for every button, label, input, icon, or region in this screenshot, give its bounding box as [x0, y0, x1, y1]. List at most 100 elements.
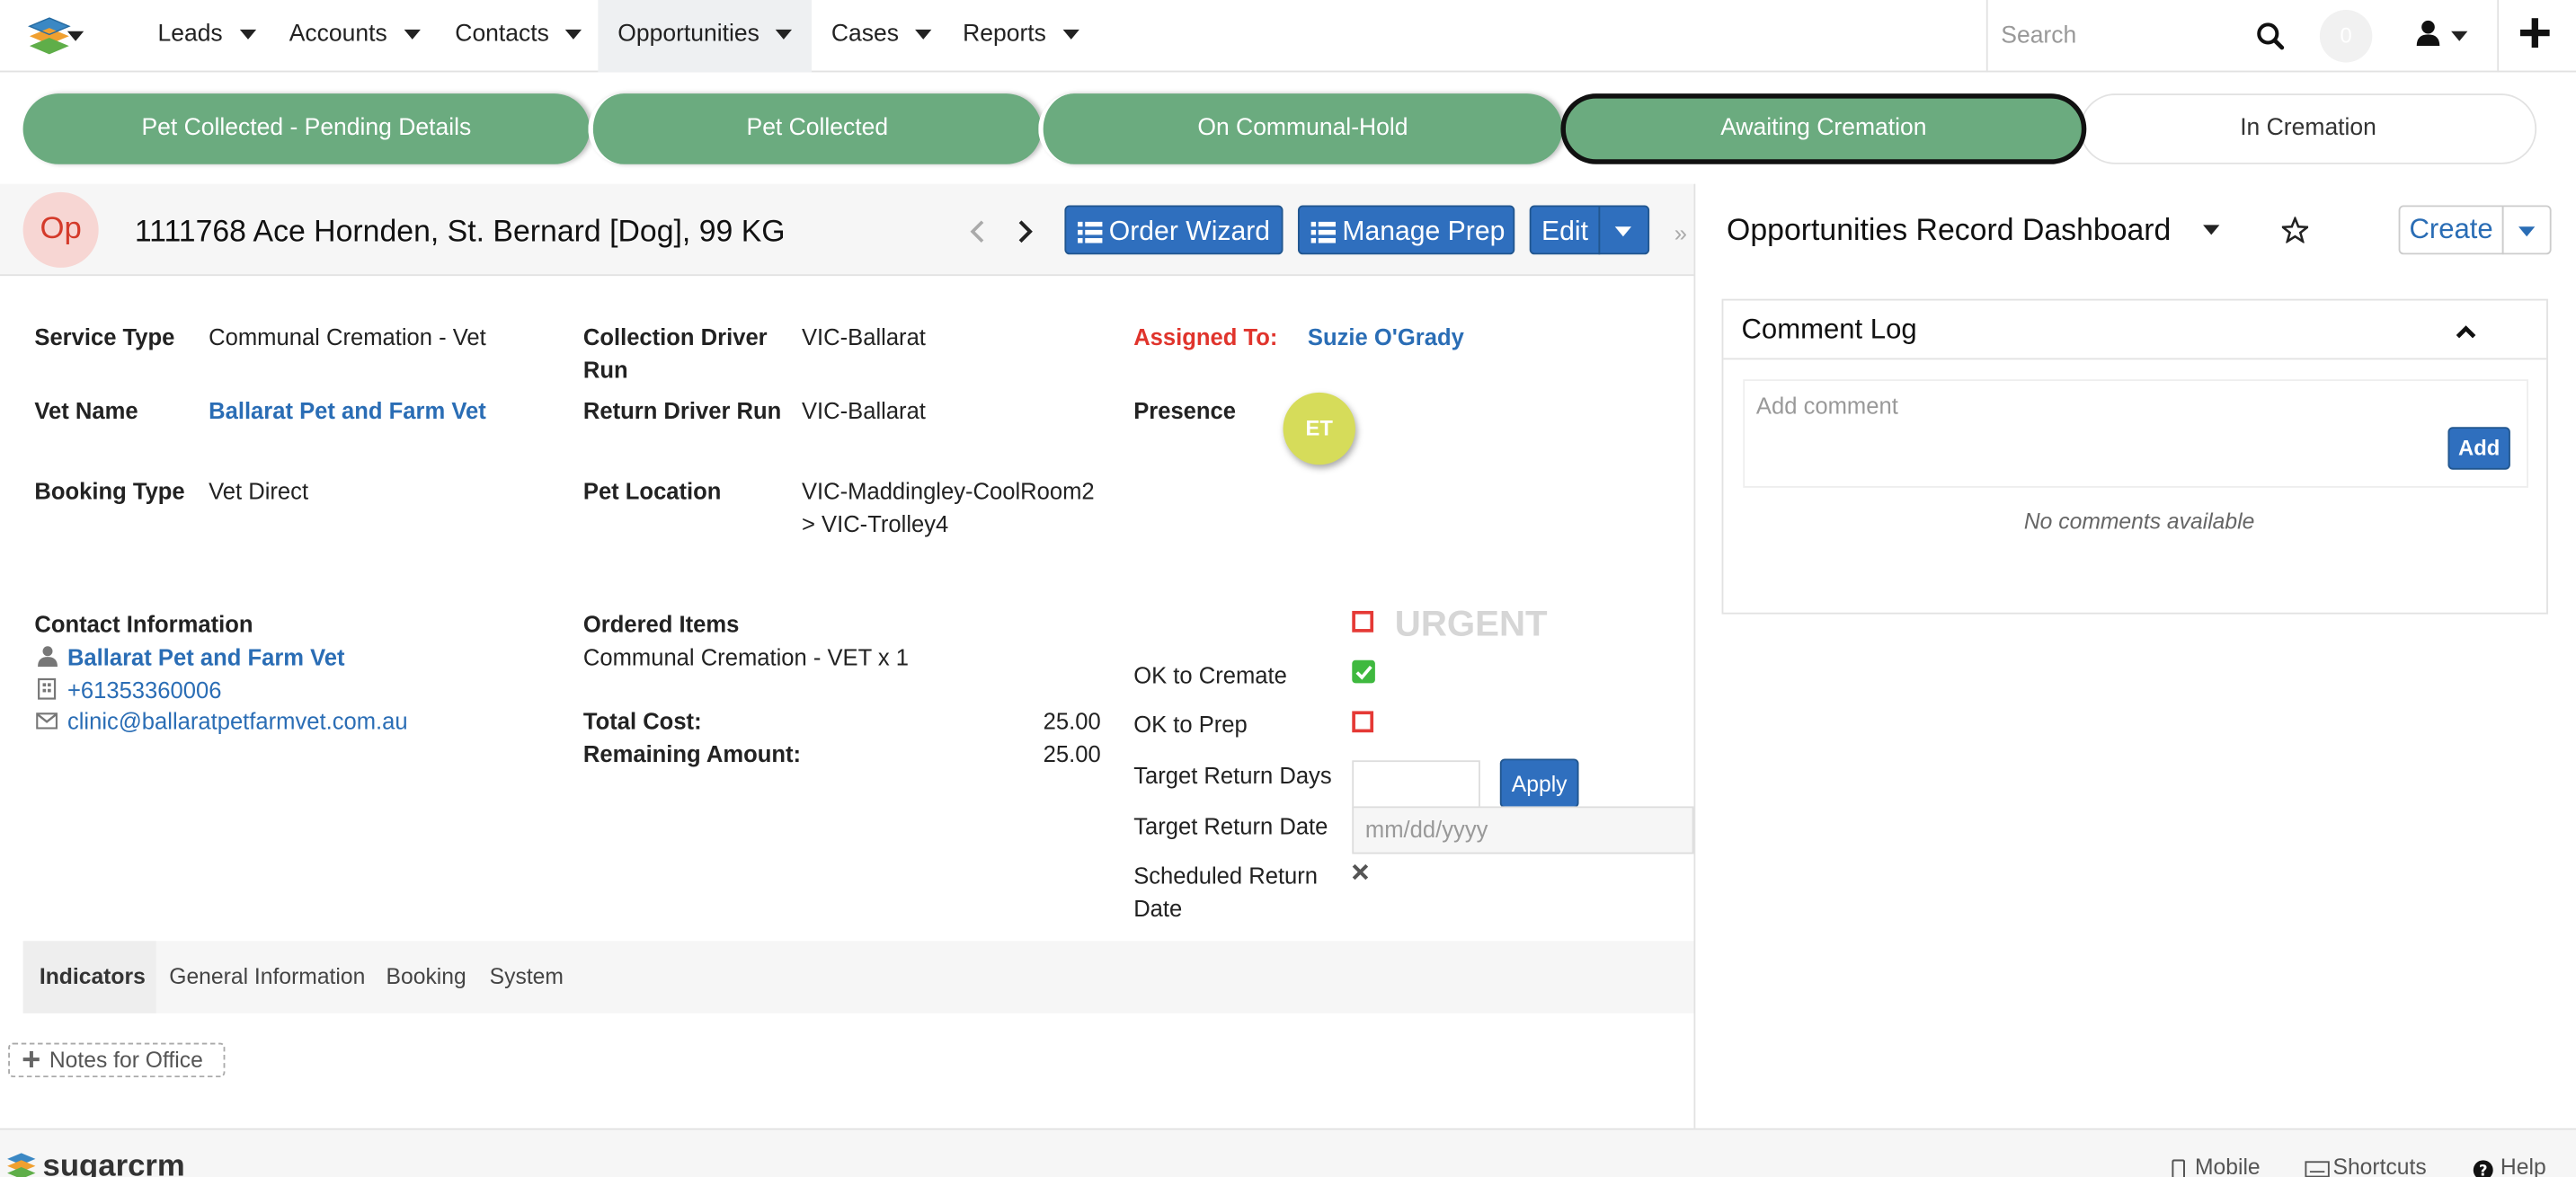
footer: sugarcrm Mobile Shortcuts ? Help	[0, 1128, 2576, 1177]
nav-item-accounts[interactable]: Accounts	[289, 0, 421, 72]
notes-for-office-button[interactable]: Notes for Office	[8, 1042, 226, 1078]
target-return-days-input[interactable]	[1352, 760, 1480, 809]
tab-booking[interactable]: Booking	[386, 941, 466, 1013]
vet-name-link[interactable]: Ballarat Pet and Farm Vet	[209, 394, 486, 428]
plus-icon	[2519, 18, 2550, 49]
collection-driver-label: Collection Driver	[582, 323, 768, 350]
comment-log-title: Comment Log	[1741, 314, 1917, 345]
chevron-up-icon[interactable]	[2455, 323, 2478, 340]
order-wizard-button[interactable]: Order Wizard	[1064, 205, 1284, 255]
ok-to-prep-checkbox[interactable]	[1352, 711, 1374, 733]
pet-location-value[interactable]: VIC-Maddingley-CoolRoom2	[802, 474, 1095, 508]
pet-location-value-cont: > VIC-Trolley4	[801, 510, 949, 537]
scheduled-return-date-label-cont: Date	[1133, 895, 1183, 922]
stage-pet-collected-pending-details[interactable]: Pet Collected - Pending Details	[22, 93, 591, 164]
dashboard-title[interactable]: Opportunities Record Dashboard	[1727, 210, 2171, 250]
list-icon	[1310, 221, 1337, 243]
search-input[interactable]: Search	[2001, 20, 2076, 53]
star-icon[interactable]	[2281, 217, 2309, 243]
stage-on-communal-hold[interactable]: On Communal-Hold	[1038, 93, 1563, 164]
shortcuts-link[interactable]: Shortcuts	[2305, 1155, 2427, 1177]
previous-record-icon[interactable]	[968, 218, 988, 244]
module-badge: Op	[22, 191, 99, 268]
remaining-amount-value: 25.00	[1043, 740, 1101, 767]
target-return-days-label: Target Return Days	[1133, 762, 1332, 789]
nav-item-contacts[interactable]: Contacts	[455, 0, 582, 72]
contact-name-link[interactable]: Ballarat Pet and Farm Vet	[67, 641, 345, 674]
apply-button[interactable]: Apply	[1499, 758, 1579, 809]
service-type-value[interactable]: Communal Cremation - Vet	[209, 320, 486, 353]
edit-button[interactable]: Edit	[1529, 205, 1601, 255]
service-type-label: Service Type	[34, 323, 175, 350]
notification-badge[interactable]: 0	[2319, 9, 2373, 63]
remaining-amount-label: Remaining Amount:	[582, 740, 802, 767]
sugar-cube-icon	[27, 17, 71, 55]
help-link[interactable]: ? Help	[2473, 1155, 2546, 1177]
user-icon	[2416, 20, 2440, 47]
chevron-down-icon	[2518, 226, 2536, 237]
chevron-down-icon	[1062, 30, 1079, 40]
create-dropdown[interactable]	[2501, 205, 2552, 255]
contact-phone-link[interactable]: +61353360006	[67, 673, 222, 706]
nav-item-cases[interactable]: Cases	[831, 0, 932, 72]
stage-in-cremation[interactable]: In Cremation	[2080, 93, 2537, 164]
tab-indicators[interactable]: Indicators	[40, 941, 146, 1013]
chevron-down-icon	[915, 30, 932, 40]
search-icon[interactable]	[2256, 22, 2286, 51]
keyboard-icon	[2305, 1161, 2330, 1177]
ok-to-cremate-label: OK to Cremate	[1133, 661, 1287, 688]
target-return-date-input[interactable]: mm/dd/yyyy	[1352, 806, 1694, 854]
chevron-down-icon	[2451, 31, 2468, 41]
nav-item-opportunities[interactable]: Opportunities	[617, 0, 793, 72]
panel-divider	[1693, 183, 1696, 1128]
contact-info-heading: Contact Information	[34, 610, 253, 638]
ok-to-cremate-checkbox[interactable]	[1352, 659, 1375, 684]
stage-pet-collected[interactable]: Pet Collected	[588, 93, 1042, 164]
no-comments-message: No comments available	[2023, 509, 2255, 535]
chevron-down-icon[interactable]	[2203, 225, 2220, 235]
next-record-icon[interactable]	[1016, 218, 1035, 244]
quick-create-button[interactable]	[2497, 0, 2576, 73]
tab-system[interactable]: System	[490, 941, 564, 1013]
user-menu[interactable]	[2402, 0, 2483, 72]
total-cost-label: Total Cost:	[582, 707, 702, 735]
booking-type-label: Booking Type	[34, 477, 185, 505]
edit-actions-dropdown[interactable]	[1598, 205, 1650, 255]
nav-item-leads[interactable]: Leads	[157, 0, 256, 72]
toggle-sidebar-button[interactable]: »	[1667, 204, 1693, 263]
pet-location-label: Pet Location	[582, 477, 722, 505]
tab-general-information[interactable]: General Information	[169, 941, 365, 1013]
ordered-items-heading: Ordered Items	[582, 610, 740, 638]
chevron-down-icon	[1614, 226, 1632, 237]
comment-input[interactable]: Add comment	[1743, 379, 2528, 488]
app-logo-menu[interactable]	[26, 13, 105, 59]
chevron-down-icon	[404, 30, 421, 40]
return-driver-value[interactable]: VIC-Ballarat	[802, 394, 926, 428]
double-chevron-right-icon: »	[1674, 219, 1687, 247]
urgent-checkbox[interactable]	[1352, 610, 1374, 633]
ok-to-prep-label: OK to Prep	[1133, 711, 1248, 738]
chevron-down-icon	[67, 31, 84, 41]
checkmark-icon	[1355, 665, 1372, 680]
search-box[interactable]: Search	[1985, 0, 2305, 73]
scheduled-return-date-label: Scheduled Return	[1133, 862, 1319, 889]
person-icon	[38, 646, 58, 668]
assigned-to-link[interactable]: Suzie O'Grady	[1308, 320, 1464, 353]
presence-avatar[interactable]: ET	[1283, 392, 1355, 465]
assigned-to-label: Assigned To:	[1133, 323, 1278, 350]
return-driver-label: Return Driver Run	[582, 397, 782, 424]
manage-prep-button[interactable]: Manage Prep	[1297, 205, 1515, 255]
mobile-link[interactable]: Mobile	[2172, 1155, 2261, 1177]
collection-driver-value[interactable]: VIC-Ballarat	[802, 320, 926, 353]
close-icon[interactable]	[1352, 863, 1369, 881]
envelope-icon	[36, 712, 58, 730]
booking-type-value[interactable]: Vet Direct	[209, 474, 308, 508]
stage-awaiting-cremation[interactable]: Awaiting Cremation	[1560, 93, 2087, 164]
vet-name-label: Vet Name	[34, 397, 138, 424]
contact-email-link[interactable]: clinic@ballaratpetfarmvet.com.au	[67, 704, 408, 738]
add-comment-button[interactable]: Add	[2447, 427, 2510, 470]
create-button[interactable]: Create	[2398, 205, 2504, 255]
footer-logo[interactable]: sugarcrm	[4, 1149, 201, 1177]
nav-item-reports[interactable]: Reports	[963, 0, 1079, 72]
comment-log-header[interactable]: Comment Log	[1723, 300, 2547, 360]
